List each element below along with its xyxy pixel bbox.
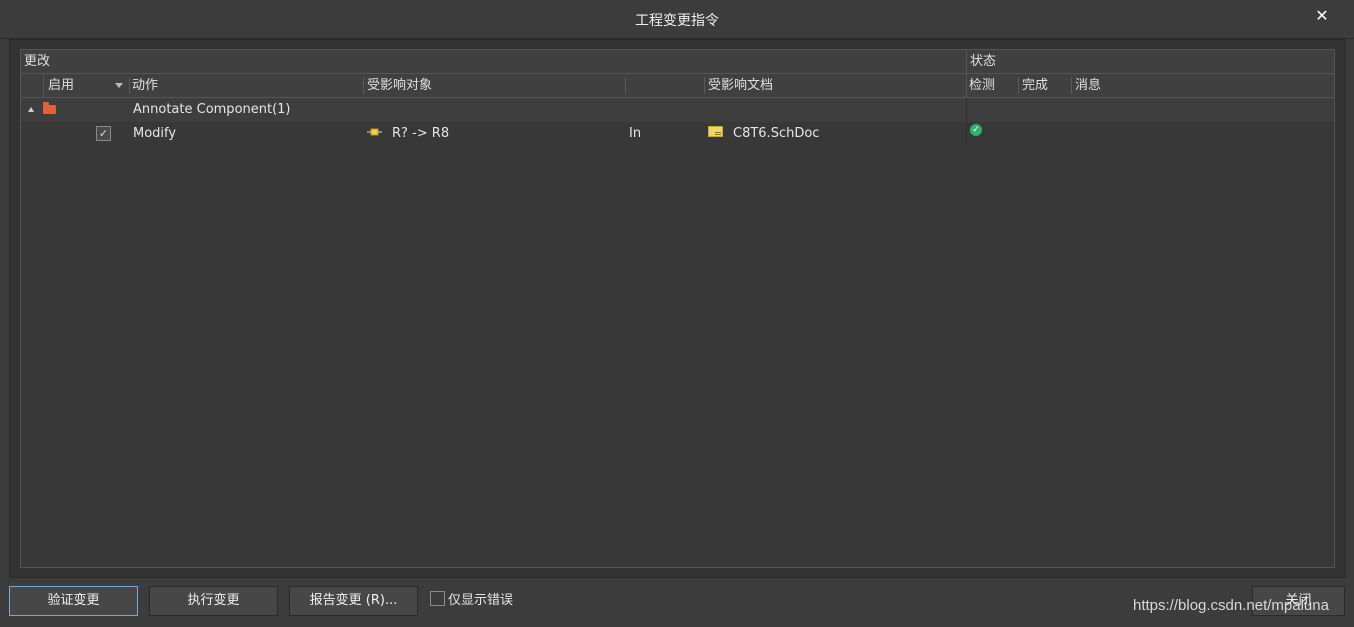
- execute-changes-button[interactable]: 执行变更: [149, 586, 278, 616]
- watermark: https://blog.csdn.net/mpaluna: [1133, 597, 1329, 614]
- column-action[interactable]: 动作: [129, 74, 363, 97]
- ecn-panel: 更改 状态 启用 动作 受影响对象 受影响文档 检测 完成 消息 Annotat…: [9, 39, 1346, 578]
- header-column-row: 启用 动作 受影响对象 受影响文档 检测 完成 消息: [21, 74, 1334, 98]
- sort-arrow-icon[interactable]: [115, 83, 123, 88]
- close-icon[interactable]: ✕: [1312, 6, 1332, 26]
- row-affected-object: R? -> R8: [392, 126, 450, 141]
- table-row[interactable]: ✓ Modify R? -> R8 In C8T6.SchDoc ✓: [21, 122, 1334, 146]
- only-errors-label[interactable]: 仅显示错误: [448, 589, 513, 608]
- validate-changes-button[interactable]: 验证变更: [9, 586, 138, 616]
- header-status: 状态: [970, 54, 997, 69]
- table-row-group[interactable]: Annotate Component(1): [21, 98, 1334, 122]
- title-bar: 工程变更指令 ✕: [0, 0, 1354, 39]
- column-done[interactable]: 完成: [1019, 74, 1071, 97]
- group-action: Annotate Component(1): [133, 102, 291, 117]
- column-affected-document[interactable]: 受影响文档: [705, 74, 965, 97]
- schematic-doc-icon: [708, 126, 723, 137]
- component-icon: [367, 128, 382, 136]
- window-title: 工程变更指令: [635, 13, 719, 29]
- enable-checkbox[interactable]: ✓: [96, 126, 111, 141]
- column-affected-object[interactable]: 受影响对象: [364, 74, 624, 97]
- status-divider: [966, 98, 967, 146]
- changes-grid: 更改 状态 启用 动作 受影响对象 受影响文档 检测 完成 消息 Annotat…: [20, 49, 1335, 568]
- header-divider: [43, 74, 44, 97]
- column-check[interactable]: 检测: [966, 74, 1018, 97]
- row-direction: In: [629, 126, 642, 141]
- only-errors-checkbox[interactable]: [430, 591, 445, 606]
- header-group-row: 更改 状态: [21, 50, 1334, 74]
- expand-arrow-icon[interactable]: [28, 107, 34, 112]
- column-message[interactable]: 消息: [1072, 74, 1334, 97]
- row-affected-document: C8T6.SchDoc: [733, 126, 820, 141]
- report-changes-button[interactable]: 报告变更 (R)...: [289, 586, 418, 616]
- check-ok-icon: ✓: [970, 124, 982, 136]
- folder-icon: [43, 102, 56, 114]
- row-action: Modify: [133, 126, 177, 141]
- header-divider: [625, 77, 626, 94]
- header-changes: 更改: [24, 54, 51, 69]
